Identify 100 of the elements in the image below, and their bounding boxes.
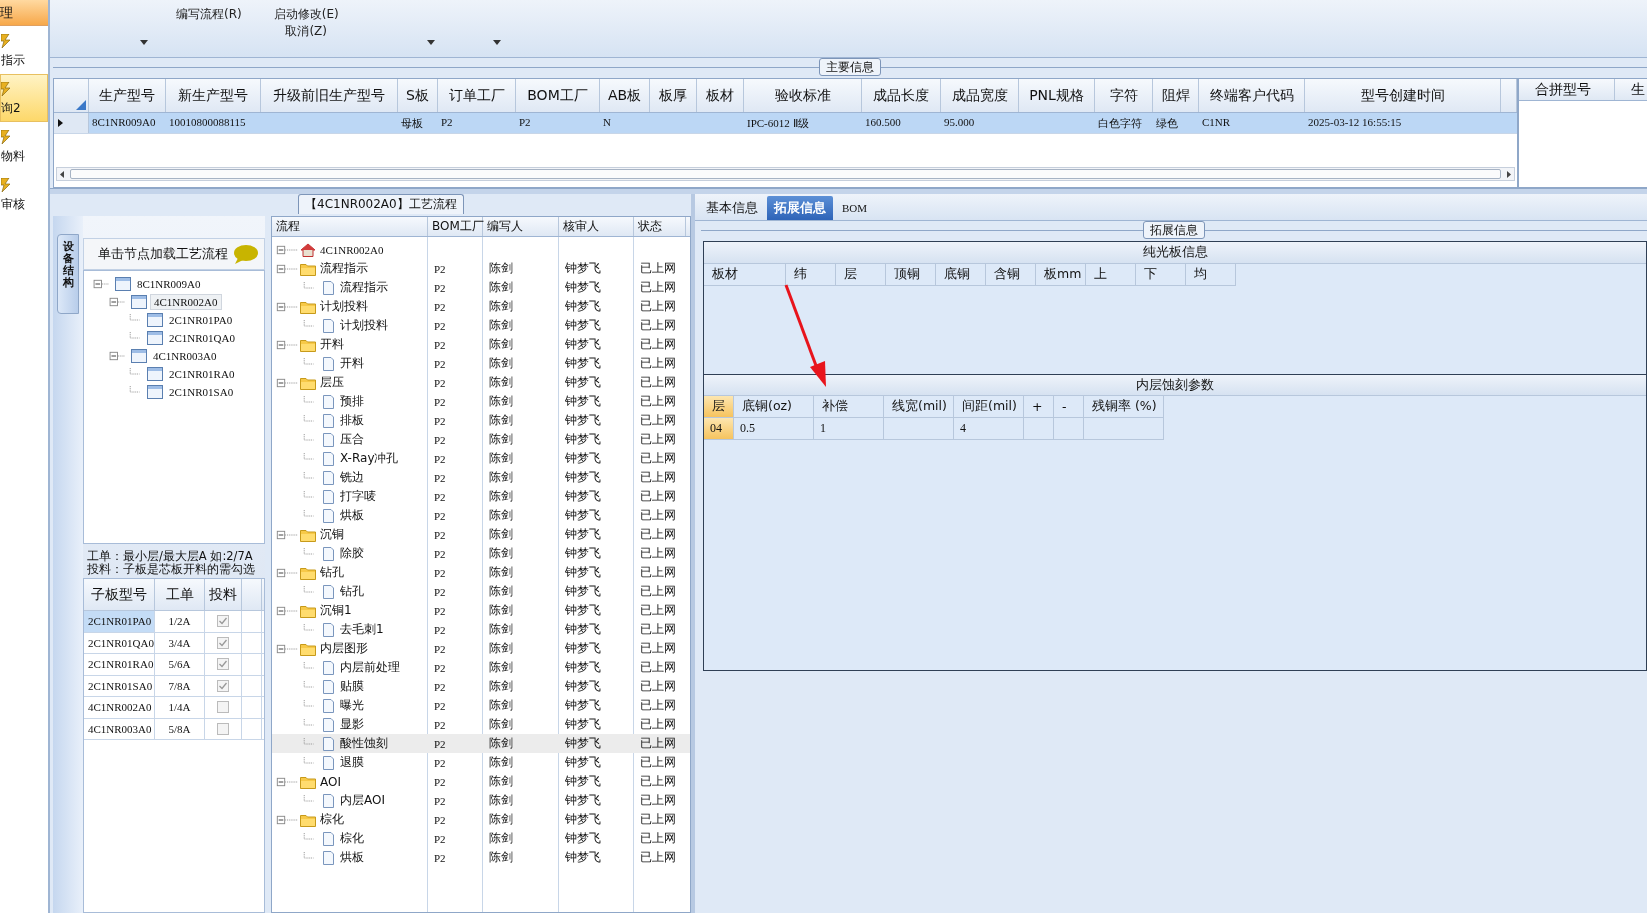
column-header[interactable]: 字符 [1095, 79, 1153, 112]
column-header[interactable]: 生 [1615, 79, 1647, 100]
column-header[interactable]: 上 [1086, 264, 1136, 286]
tab[interactable]: BOM [835, 196, 875, 220]
column-header[interactable]: 验收标准 [744, 79, 862, 112]
column-header[interactable]: 成品宽度 [941, 79, 1019, 112]
table-row[interactable]: 沉铜1 P2 陈剑 钟梦飞 已上网 [272, 601, 690, 620]
table-row[interactable]: 计划投料 P2 陈剑 钟梦飞 已上网 [272, 316, 690, 335]
table-cell[interactable]: 2C1NR01QA0 [84, 632, 155, 653]
sidebar-item[interactable]: 物料 [0, 122, 48, 170]
column-header[interactable]: 板mm [1036, 264, 1086, 286]
column-header[interactable]: 顶铜 [886, 264, 936, 286]
column-header[interactable]: PNL规格 [1019, 79, 1095, 112]
column-header[interactable]: 补偿 [814, 396, 884, 418]
column-header[interactable]: 含铜 [986, 264, 1036, 286]
table-row[interactable]: 烘板 P2 陈剑 钟梦飞 已上网 [272, 506, 690, 525]
column-header[interactable]: 底铜 [936, 264, 986, 286]
node-label[interactable]: 2C1NR01RA0 [166, 367, 238, 381]
node-label[interactable]: 2C1NR01PA0 [166, 313, 236, 327]
table-row[interactable]: 铣边 P2 陈剑 钟梦飞 已上网 [272, 468, 690, 487]
table-row[interactable]: 预排 P2 陈剑 钟梦飞 已上网 [272, 392, 690, 411]
column-header[interactable]: 板材 [697, 79, 744, 112]
toolbar-button[interactable]: 编写流程(R) [172, 4, 246, 25]
table-row[interactable]: 钻孔 P2 陈剑 钟梦飞 已上网 [272, 582, 690, 601]
table-row[interactable]: 开料 P2 陈剑 钟梦飞 已上网 [272, 354, 690, 373]
column-header[interactable]: BOM工厂 [516, 79, 600, 112]
table-row[interactable]: 内层前处理 P2 陈剑 钟梦飞 已上网 [272, 658, 690, 677]
column-header[interactable]: 板材 [704, 264, 786, 286]
column-header[interactable]: 生产型号 [89, 79, 166, 112]
column-header[interactable]: 升级前旧生产型号 [261, 79, 398, 112]
column-header[interactable]: 型号创建时间 [1305, 79, 1501, 112]
table-row[interactable]: 钻孔 P2 陈剑 钟梦飞 已上网 [272, 563, 690, 582]
table-row[interactable]: AOI P2 陈剑 钟梦飞 已上网 [272, 772, 690, 791]
column-header[interactable]: 残铜率 (%) [1084, 396, 1164, 418]
column-header[interactable]: 流程 [272, 217, 428, 236]
table-row[interactable]: 退膜 P2 陈剑 钟梦飞 已上网 [272, 753, 690, 772]
column-header[interactable]: 编写人 [483, 217, 559, 236]
column-header[interactable]: - [1054, 396, 1084, 418]
table-cell[interactable]: 2C1NR01SA0 [84, 675, 155, 696]
tab[interactable]: 基本信息 [699, 196, 765, 220]
column-header[interactable]: 间距(mil) [954, 396, 1024, 418]
toolbar-button[interactable]: 启动修改(E) 取消(Z) [269, 4, 343, 42]
table-row[interactable]: 压合 P2 陈剑 钟梦飞 已上网 [272, 430, 690, 449]
column-header[interactable]: 下 [1136, 264, 1186, 286]
table-row[interactable]: 显影 P2 陈剑 钟梦飞 已上网 [272, 715, 690, 734]
table-row[interactable]: 烘板 P2 陈剑 钟梦飞 已上网 [272, 848, 690, 867]
column-header[interactable]: 层 [836, 264, 886, 286]
table-cell[interactable]: 4C1NR003A0 [84, 718, 155, 739]
table-cell[interactable]: 2C1NR01PA0 [84, 611, 155, 632]
sidebar-item[interactable]: 指示 [0, 26, 48, 74]
table-row[interactable]: 层压 P2 陈剑 钟梦飞 已上网 [272, 373, 690, 392]
vertical-tab[interactable]: 设备结构 [57, 234, 79, 314]
column-header[interactable]: 纬 [786, 264, 836, 286]
table-row[interactable]: 曝光 P2 陈剑 钟梦飞 已上网 [272, 696, 690, 715]
node-label[interactable]: 4C1NR002A0 [150, 294, 222, 310]
column-header[interactable]: 状态 [634, 217, 686, 236]
column-header[interactable]: BOM工厂 [428, 217, 483, 236]
column-header[interactable]: AB板 [600, 79, 650, 112]
column-header[interactable]: 投料 [205, 579, 242, 610]
column-header[interactable]: 新生产型号 [166, 79, 261, 112]
node-label[interactable]: 2C1NR01QA0 [166, 331, 238, 345]
column-header[interactable]: 线宽(mil) [884, 396, 954, 418]
table-row[interactable]: 棕化 P2 陈剑 钟梦飞 已上网 [272, 810, 690, 829]
scrollbar[interactable] [56, 167, 1515, 181]
table-row[interactable]: X-Ray冲孔 P2 陈剑 钟梦飞 已上网 [272, 449, 690, 468]
column-header[interactable]: 底铜(oz) [734, 396, 814, 418]
table-row[interactable]: 贴膜 P2 陈剑 钟梦飞 已上网 [272, 677, 690, 696]
table-row[interactable]: 打字唛 P2 陈剑 钟梦飞 已上网 [272, 487, 690, 506]
table-row[interactable]: 开料 P2 陈剑 钟梦飞 已上网 [272, 335, 690, 354]
column-header[interactable]: 板厚 [650, 79, 697, 112]
node-label[interactable]: 8C1NR009A0 [134, 277, 204, 291]
table-row[interactable]: 排板 P2 陈剑 钟梦飞 已上网 [272, 411, 690, 430]
column-header[interactable]: 子板型号 [84, 579, 155, 610]
column-header[interactable]: 核审人 [559, 217, 634, 236]
table-row[interactable]: 8C1NR009A0 10010800088115 母板 P2 P2 N IPC-6012 Ⅱ级 160.500 95.000 白色字符 绿色 C1NR 2025-03-12 16:55:15 [54, 113, 1517, 134]
column-header[interactable]: 终端客户代码 [1199, 79, 1305, 112]
node-label[interactable]: 4C1NR003A0 [150, 349, 220, 363]
table-row[interactable]: 流程指示 P2 陈剑 钟梦飞 已上网 [272, 278, 690, 297]
node-label[interactable]: 2C1NR01SA0 [166, 385, 237, 399]
table-row[interactable]: 内层AOI P2 陈剑 钟梦飞 已上网 [272, 791, 690, 810]
column-header[interactable]: 阻焊 [1153, 79, 1199, 112]
table-row[interactable]: 除胶 P2 陈剑 钟梦飞 已上网 [272, 544, 690, 563]
tab[interactable]: 拓展信息 [767, 196, 833, 220]
column-header[interactable]: 成品长度 [862, 79, 941, 112]
sidebar-item[interactable]: 审核 [0, 170, 48, 218]
column-header[interactable]: + [1024, 396, 1054, 418]
column-header[interactable]: 合拼型号 [1519, 79, 1615, 100]
table-cell[interactable]: 4C1NR002A0 [84, 697, 155, 718]
table-cell[interactable]: 2C1NR01RA0 [84, 654, 155, 675]
column-header[interactable]: 订单工厂 [438, 79, 516, 112]
table-row[interactable]: 4C1NR002A0 [272, 240, 690, 259]
table-row[interactable]: 棕化 P2 陈剑 钟梦飞 已上网 [272, 829, 690, 848]
table-row[interactable]: 计划投料 P2 陈剑 钟梦飞 已上网 [272, 297, 690, 316]
sidebar-item[interactable]: 询2 [0, 74, 48, 122]
column-header[interactable]: S板 [398, 79, 438, 112]
table-row[interactable]: 流程指示 P2 陈剑 钟梦飞 已上网 [272, 259, 690, 278]
table-row[interactable]: 沉铜 P2 陈剑 钟梦飞 已上网 [272, 525, 690, 544]
column-header[interactable]: 层 [704, 396, 734, 418]
column-header[interactable]: 均 [1186, 264, 1236, 286]
column-header[interactable]: 工单 [155, 579, 205, 610]
